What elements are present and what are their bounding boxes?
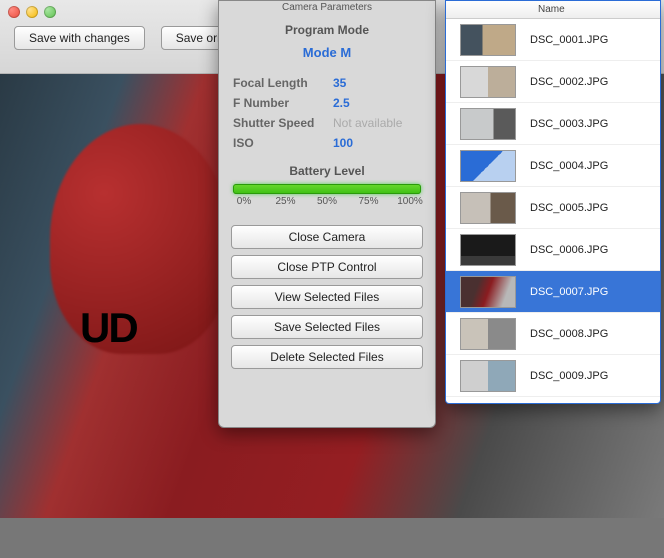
thumbnail-icon (460, 360, 516, 392)
tick: 25% (271, 196, 301, 207)
camera-params: Focal Length 35 F Number 2.5 Shutter Spe… (233, 76, 421, 150)
preview-overlay-text: UD (80, 304, 137, 352)
file-row[interactable]: DSC_0004.JPG (446, 145, 660, 187)
file-name: DSC_0005.JPG (530, 202, 608, 214)
file-list-panel: Name DSC_0001.JPG DSC_0002.JPG DSC_0003.JP… (445, 0, 661, 404)
program-mode-value: Mode M (219, 45, 435, 60)
file-row[interactable]: DSC_0001.JPG (446, 19, 660, 61)
tick: 100% (395, 196, 425, 207)
close-camera-button[interactable]: Close Camera (231, 225, 423, 249)
file-row[interactable]: DSC_0003.JPG (446, 103, 660, 145)
close-window-icon[interactable] (8, 6, 20, 18)
file-row[interactable]: DSC_0005.JPG (446, 187, 660, 229)
thumbnail-icon (460, 318, 516, 350)
camera-parameters-panel: Camera Parameters Program Mode Mode M Fo… (218, 0, 436, 428)
file-list-header: Name (446, 1, 660, 19)
panel-title: Camera Parameters (219, 1, 435, 13)
file-row[interactable]: DSC_0007.JPG (446, 271, 660, 313)
param-label: Focal Length (233, 76, 333, 90)
file-row[interactable]: DSC_0006.JPG (446, 229, 660, 271)
column-thumbnail[interactable] (446, 1, 532, 18)
save-selected-button[interactable]: Save Selected Files (231, 315, 423, 339)
save-with-changes-button[interactable]: Save with changes (14, 26, 145, 50)
param-label: ISO (233, 136, 333, 150)
param-label: Shutter Speed (233, 116, 333, 130)
thumbnail-icon (460, 24, 516, 56)
file-row[interactable]: DSC_0008.JPG (446, 313, 660, 355)
file-row[interactable]: DSC_0002.JPG (446, 61, 660, 103)
file-name: DSC_0009.JPG (530, 370, 608, 382)
file-name: DSC_0004.JPG (530, 160, 608, 172)
minimize-window-icon[interactable] (26, 6, 38, 18)
thumbnail-icon (460, 192, 516, 224)
file-name: DSC_0008.JPG (530, 328, 608, 340)
file-row[interactable]: DSC_0009.JPG (446, 355, 660, 397)
delete-selected-button[interactable]: Delete Selected Files (231, 345, 423, 369)
file-name: DSC_0007.JPG (530, 286, 608, 298)
battery-level-bar (233, 184, 421, 194)
param-focal-length: Focal Length 35 (233, 76, 421, 90)
param-value: 2.5 (333, 96, 350, 110)
param-f-number: F Number 2.5 (233, 96, 421, 110)
param-value: 35 (333, 76, 346, 90)
file-name: DSC_0003.JPG (530, 118, 608, 130)
battery-ticks: 0% 25% 50% 75% 100% (229, 196, 425, 207)
thumbnail-icon (460, 234, 516, 266)
battery-heading: Battery Level (219, 164, 435, 178)
close-ptp-button[interactable]: Close PTP Control (231, 255, 423, 279)
file-name: DSC_0006.JPG (530, 244, 608, 256)
thumbnail-icon (460, 150, 516, 182)
program-mode-heading: Program Mode (219, 23, 435, 37)
param-value: Not available (333, 116, 402, 130)
param-shutter-speed: Shutter Speed Not available (233, 116, 421, 130)
thumbnail-icon (460, 276, 516, 308)
param-label: F Number (233, 96, 333, 110)
column-name[interactable]: Name (532, 1, 660, 18)
panel-buttons: Close Camera Close PTP Control View Sele… (231, 225, 423, 369)
tick: 50% (312, 196, 342, 207)
thumbnail-icon (460, 66, 516, 98)
file-list[interactable]: DSC_0001.JPG DSC_0002.JPG DSC_0003.JPG DSC_… (446, 19, 660, 403)
tick: 75% (354, 196, 384, 207)
zoom-window-icon[interactable] (44, 6, 56, 18)
status-strip (0, 518, 664, 558)
param-value: 100 (333, 136, 353, 150)
file-name: DSC_0001.JPG (530, 34, 608, 46)
tick: 0% (229, 196, 259, 207)
window-controls (8, 6, 56, 18)
file-name: DSC_0002.JPG (530, 76, 608, 88)
param-iso: ISO 100 (233, 136, 421, 150)
view-selected-button[interactable]: View Selected Files (231, 285, 423, 309)
thumbnail-icon (460, 108, 516, 140)
